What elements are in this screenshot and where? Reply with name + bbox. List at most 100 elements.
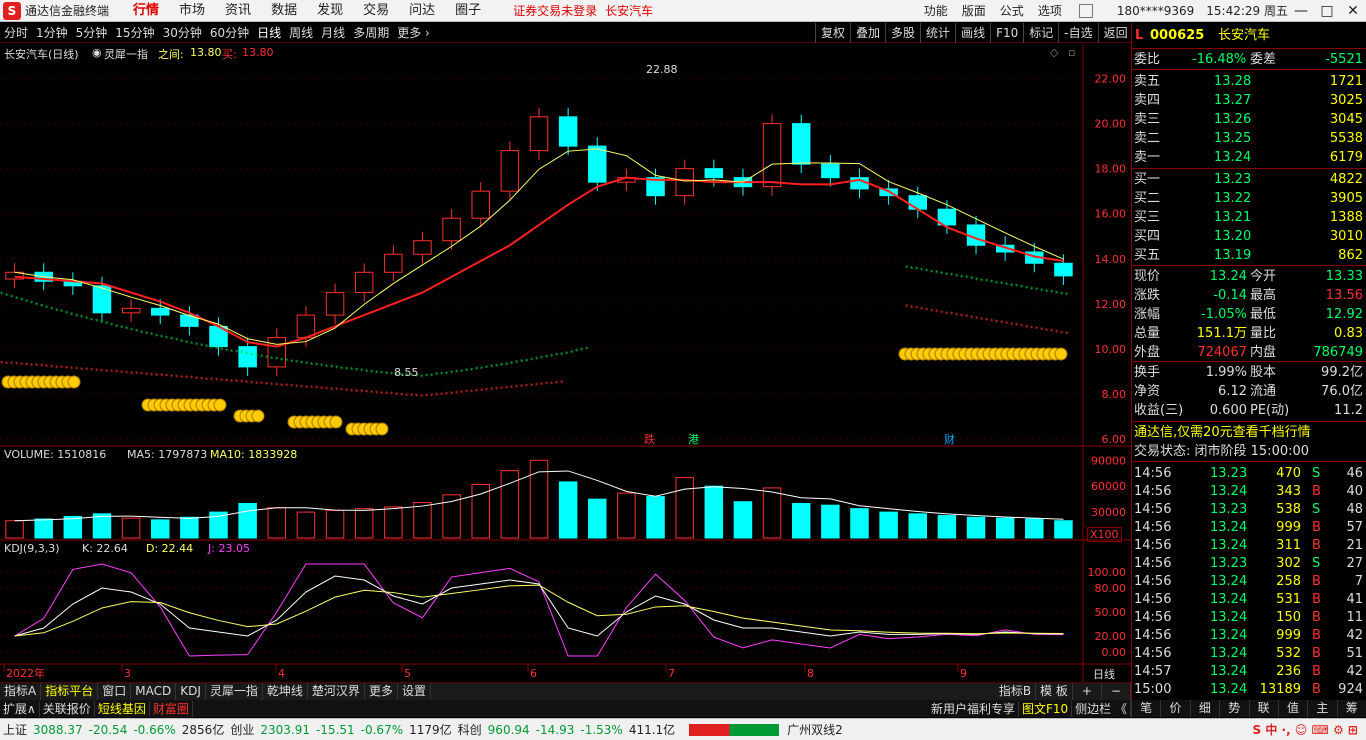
tool-tongji[interactable]: 统计 [920,23,955,43]
menu-hangqing[interactable]: 行情 [123,0,169,22]
tab-settings[interactable]: 设置 [398,683,431,700]
period-week[interactable]: 周线 [285,24,317,41]
ext-new-user-promo[interactable]: 新用户福利专享 [928,700,1019,717]
tick-row[interactable]: 14:56 13.24 258 B 7 [1132,572,1366,591]
tick-row[interactable]: 14:56 13.24 999 B 57 [1132,518,1366,537]
ime-icon[interactable]: S 中 ·, ☺ ⌨ ⚙ ⊞ [1253,721,1358,738]
rtab-jia[interactable]: 价 [1160,700,1189,717]
sell-level-row[interactable]: 卖五 13.28 1721 [1132,72,1366,91]
menu-gongshi[interactable]: 公式 [993,2,1031,19]
stat2-row[interactable]: 换手 1.99% 股本 99.2亿 [1132,363,1366,382]
menu-faxian[interactable]: 发现 [307,0,353,22]
tab-window[interactable]: 窗口 [98,683,132,700]
tick-row[interactable]: 15:00 13.24 13189 B 924 [1132,680,1366,699]
tab-kdj[interactable]: KDJ [176,683,206,700]
ext-short-gene[interactable]: 短线基因 [95,700,150,717]
sell-level-row[interactable]: 卖三 13.26 3045 [1132,110,1366,129]
tick-row[interactable]: 14:56 13.24 150 B 11 [1132,608,1366,627]
zoom-in-button[interactable]: + [1073,683,1102,700]
menu-shuju[interactable]: 数据 [261,0,307,22]
tick-row[interactable]: 14:56 13.23 302 S 27 [1132,554,1366,573]
ext-related-quote[interactable]: 关联报价 [40,700,95,717]
cy-index-label[interactable]: 创业 [230,721,254,738]
menu-zixun[interactable]: 资讯 [215,0,261,22]
layout-toggle-icon[interactable] [1078,3,1093,18]
tool-duogu[interactable]: 多股 [885,23,920,43]
rtab-bi[interactable]: 笔 [1131,700,1160,717]
period-15min[interactable]: 15分钟 [111,24,158,41]
tab-template[interactable]: 模 板 [1036,683,1073,700]
rtab-zhi[interactable]: 值 [1277,700,1307,717]
menu-wenda[interactable]: 问达 [399,0,445,22]
stat-row[interactable]: 外盘 724067 内盘 786749 [1132,343,1366,362]
stat-row[interactable]: 涨幅 -1.05% 最低 12.92 [1132,305,1366,324]
period-day[interactable]: 日线 [253,24,285,41]
tick-row[interactable]: 14:56 13.23 538 S 48 [1132,500,1366,519]
chart-area[interactable]: 22.00 20.00 18.00 16.00 14.00 12.00 10.00 8.00 6… [0,44,1131,682]
minimize-button[interactable]: — [1288,3,1314,19]
period-month[interactable]: 月线 [317,24,349,41]
menu-gongneng[interactable]: 功能 [917,2,955,19]
buy-level-row[interactable]: 买五 13.19 862 [1132,246,1366,265]
stat-row[interactable]: 涨跌 -0.14 最高 13.56 [1132,286,1366,305]
tab-zhibiao-b[interactable]: 指标B [995,683,1037,700]
tab-lingxi[interactable]: 灵犀一指 [206,683,263,700]
buy-level-row[interactable]: 买二 13.22 3905 [1132,189,1366,208]
event-cai[interactable]: 财 [944,431,955,447]
menu-quanzi[interactable]: 圈子 [445,0,491,22]
ext-sidebar[interactable]: 侧边栏 《 [1072,700,1131,717]
kc-index-label[interactable]: 科创 [458,721,482,738]
zoom-out-button[interactable]: − [1102,683,1131,700]
period-fenshi[interactable]: 分时 [0,24,32,41]
period-60min[interactable]: 60分钟 [206,24,253,41]
rtab-xi[interactable]: 细 [1189,700,1219,717]
stat-row[interactable]: 总量 151.1万 量比 0.83 [1132,324,1366,343]
sell-level-row[interactable]: 卖四 13.27 3025 [1132,91,1366,110]
period-more[interactable]: 更多 › [393,24,434,41]
ext-expand[interactable]: 扩展∧ [0,700,40,717]
tool-biaoji[interactable]: 标记 [1023,23,1058,43]
stat2-row[interactable]: 净资 6.12 流通 76.0亿 [1132,382,1366,401]
rtab-chou[interactable]: 筹 [1336,700,1366,717]
ext-wealth-circle[interactable]: 财富圈 [150,700,193,717]
server-line[interactable]: 广州双线2 [787,721,843,738]
sell-level-row[interactable]: 卖一 13.24 6179 [1132,148,1366,167]
rtab-zhu[interactable]: 主 [1307,700,1336,717]
stat2-row[interactable]: 收益(三) 0.600 PE(动) 11.2 [1132,401,1366,420]
period-1min[interactable]: 1分钟 [32,24,72,41]
buy-level-row[interactable]: 买四 13.20 3010 [1132,227,1366,246]
period-30min[interactable]: 30分钟 [159,24,206,41]
chart-diamond-icon[interactable]: ◇ [1050,46,1058,59]
tick-row[interactable]: 14:57 13.24 236 B 42 [1132,662,1366,681]
tool-fuquan[interactable]: 复权 [815,23,850,43]
tab-zhibiao-a[interactable]: 指标A [0,683,42,700]
tick-row[interactable]: 14:56 13.24 532 B 51 [1132,644,1366,663]
menu-shichang[interactable]: 市场 [169,0,215,22]
menu-banmian[interactable]: 版面 [955,2,993,19]
tool-diejia[interactable]: 叠加 [850,23,885,43]
sh-index-label[interactable]: 上证 [3,721,27,738]
menu-jiaoyi[interactable]: 交易 [353,0,399,22]
menu-xuanxiang[interactable]: 选项 [1031,2,1069,19]
maximize-button[interactable]: □ [1314,3,1340,19]
indicator-name[interactable]: 灵犀一指 [104,46,148,62]
tool-zixuan[interactable]: -自选 [1058,23,1097,43]
tick-row[interactable]: 14:56 13.24 531 B 41 [1132,590,1366,609]
tick-row[interactable]: 14:56 13.23 470 S 46 [1132,464,1366,483]
period-multi[interactable]: 多周期 [349,24,393,41]
period-5min[interactable]: 5分钟 [72,24,112,41]
tab-macd[interactable]: MACD [131,683,177,700]
tool-fanhui[interactable]: 返回 [1097,23,1133,43]
tick-row[interactable]: 14:56 13.24 999 B 42 [1132,626,1366,645]
tab-more[interactable]: 更多 [365,683,398,700]
chart-expand-icon[interactable]: ▫ [1068,46,1075,59]
user-account[interactable]: 180****9369 [1117,4,1194,18]
tab-chuhe[interactable]: 楚河汉界 [308,683,365,700]
tab-qiankun[interactable]: 乾坤线 [263,683,308,700]
promo-banner[interactable]: 通达信,仅需20元查看千档行情 [1134,423,1311,442]
tool-f10[interactable]: F10 [990,23,1023,43]
buy-level-row[interactable]: 买一 13.23 4822 [1132,170,1366,189]
tool-huaxian[interactable]: 画线 [955,23,990,43]
ext-f10[interactable]: 图文F10 [1019,700,1073,717]
event-die[interactable]: 跌 [644,431,655,447]
